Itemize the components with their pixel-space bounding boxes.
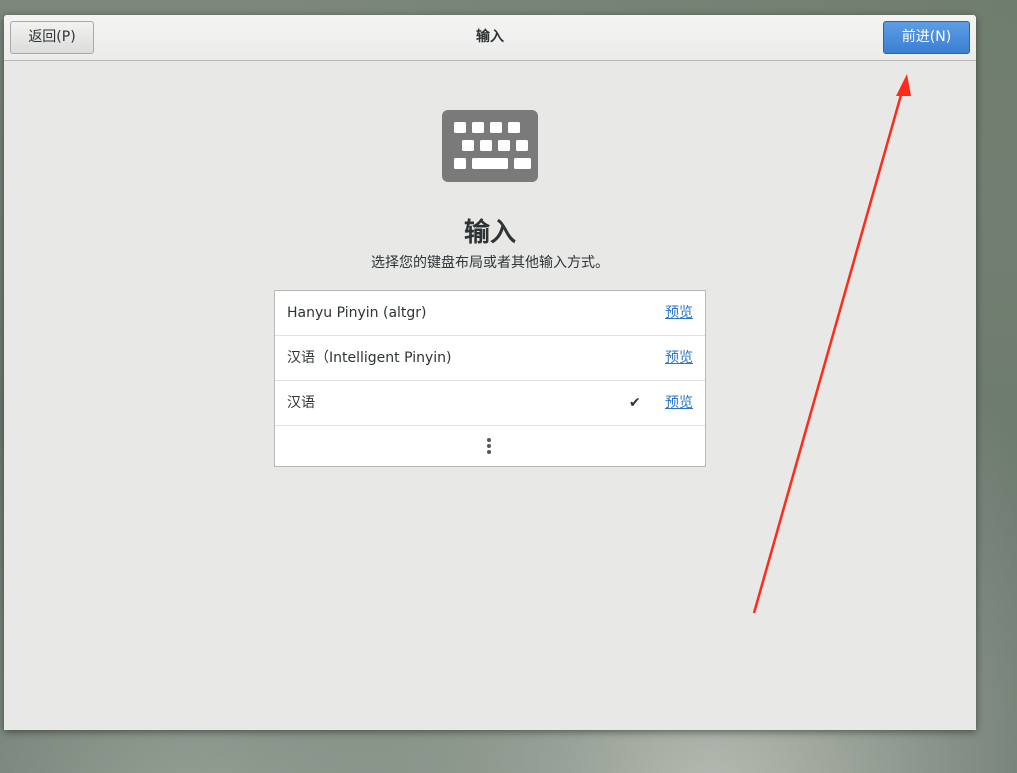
- input-source-row[interactable]: 汉语（Intelligent Pinyin) 预览: [275, 336, 705, 381]
- header-title: 输入: [476, 29, 504, 45]
- page-subtitle: 选择您的键盘布局或者其他输入方式。: [371, 255, 609, 271]
- input-source-label: 汉语: [287, 395, 315, 411]
- more-options-row[interactable]: [275, 426, 705, 466]
- next-button[interactable]: 前进(N): [883, 21, 970, 54]
- keyboard-icon: [442, 110, 538, 182]
- more-options-icon[interactable]: [487, 438, 491, 454]
- back-button[interactable]: 返回(P): [10, 21, 94, 54]
- preview-link[interactable]: 预览: [665, 381, 693, 425]
- preview-link[interactable]: 预览: [665, 291, 693, 335]
- input-source-list: Hanyu Pinyin (altgr) 预览 汉语（Intelligent P…: [274, 290, 706, 467]
- input-source-label: 汉语（Intelligent Pinyin): [287, 350, 452, 366]
- preview-link[interactable]: 预览: [665, 336, 693, 380]
- input-source-label: Hanyu Pinyin (altgr): [287, 305, 427, 321]
- checkmark-icon: ✔: [629, 395, 641, 411]
- page-title: 输入: [463, 218, 516, 248]
- input-source-row[interactable]: Hanyu Pinyin (altgr) 预览: [275, 291, 705, 336]
- input-source-row[interactable]: 汉语 ✔ 预览: [275, 381, 705, 426]
- header-bar: 返回(P) 输入 前进(N): [4, 15, 976, 61]
- initial-setup-window: 返回(P) 输入 前进(N) 输入 选择您的键盘布局或者其他输入方式。 Hany…: [4, 15, 976, 730]
